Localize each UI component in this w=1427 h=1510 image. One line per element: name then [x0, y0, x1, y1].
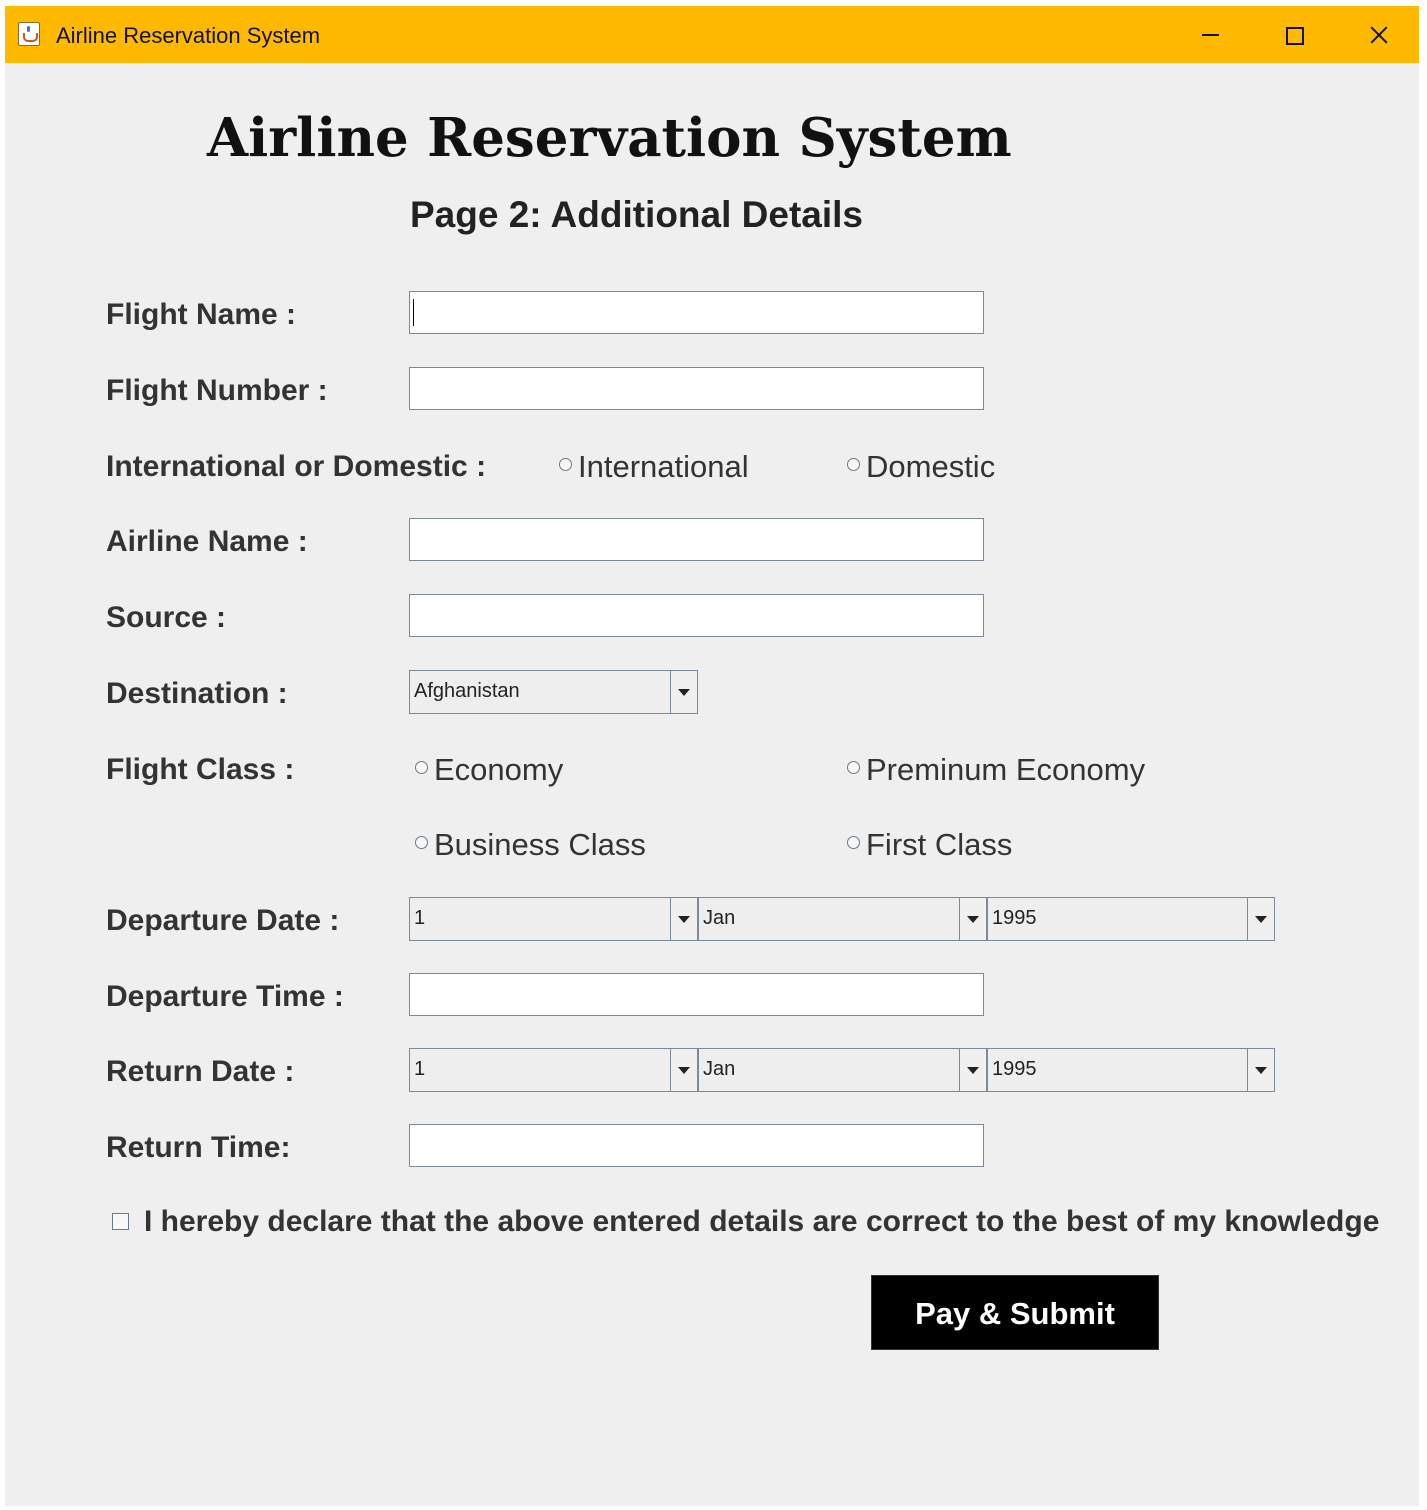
return-time-label: Return Time: — [106, 1131, 291, 1164]
return-time-field[interactable] — [409, 1124, 984, 1167]
international-label: International — [578, 449, 749, 484]
departure-year-select[interactable]: 1995 — [987, 897, 1275, 941]
departure-time-label: Departure Time : — [106, 980, 344, 1013]
economy-radio[interactable]: Economy — [415, 752, 563, 788]
page-subtitle: Page 2: Additional Details — [410, 194, 863, 235]
radio-circle-icon — [847, 458, 860, 472]
departure-month-dropdown-button[interactable] — [959, 898, 986, 940]
radio-circle-icon — [847, 836, 860, 850]
maximize-button[interactable] — [1252, 6, 1336, 63]
airline-name-field[interactable] — [409, 518, 984, 561]
java-cup-icon — [18, 22, 40, 46]
return-month-dropdown-button[interactable] — [959, 1049, 986, 1091]
destination-label: Destination : — [106, 677, 288, 710]
departure-time-field[interactable] — [409, 973, 984, 1016]
text-caret — [413, 299, 414, 326]
chevron-down-icon — [967, 916, 979, 923]
first-class-label: First Class — [866, 827, 1013, 862]
domestic-label: Domestic — [866, 449, 996, 484]
business-class-label: Business Class — [434, 827, 646, 862]
business-class-radio[interactable]: Business Class — [415, 827, 646, 863]
premium-economy-label: Preminum Economy — [866, 752, 1146, 787]
departure-year-value: 1995 — [992, 907, 1037, 929]
pay-submit-button[interactable]: Pay & Submit — [871, 1275, 1159, 1350]
radio-circle-icon — [415, 761, 428, 775]
return-day-select[interactable]: 1 — [409, 1048, 698, 1092]
title-bar[interactable]: Airline Reservation System — [5, 6, 1419, 63]
window-title: Airline Reservation System — [56, 23, 321, 48]
premium-economy-radio[interactable]: Preminum Economy — [847, 752, 1145, 788]
departure-date-label: Departure Date : — [106, 904, 340, 937]
return-year-select[interactable]: 1995 — [987, 1048, 1275, 1092]
return-month-select[interactable]: Jan — [698, 1048, 987, 1092]
maximize-icon — [1286, 27, 1304, 45]
chevron-down-icon — [1255, 916, 1267, 923]
departure-month-select[interactable]: Jan — [698, 897, 987, 941]
first-class-radio[interactable]: First Class — [847, 827, 1012, 863]
radio-circle-icon — [415, 836, 428, 850]
flight-name-field[interactable] — [409, 291, 984, 334]
return-year-value: 1995 — [992, 1058, 1037, 1080]
minimize-icon — [1202, 34, 1219, 36]
return-day-value: 1 — [414, 1058, 426, 1080]
return-date-label: Return Date : — [106, 1055, 295, 1088]
departure-month-value: Jan — [703, 907, 736, 929]
declaration-checkbox[interactable] — [112, 1213, 129, 1230]
destination-select[interactable]: Afghanistan — [409, 670, 698, 714]
flight-name-label: Flight Name : — [106, 298, 297, 331]
intl-domestic-label: International or Domestic : — [106, 450, 487, 483]
chevron-down-icon — [678, 916, 690, 923]
flight-number-label: Flight Number : — [106, 374, 328, 407]
source-label: Source : — [106, 601, 227, 634]
chevron-down-icon — [1255, 1067, 1267, 1074]
minimize-button[interactable] — [1168, 6, 1252, 63]
departure-day-dropdown-button[interactable] — [670, 898, 697, 940]
international-radio[interactable]: International — [559, 449, 749, 485]
airline-name-label: Airline Name : — [106, 525, 308, 558]
return-year-dropdown-button[interactable] — [1247, 1049, 1274, 1091]
declaration-label: I hereby declare that the above entered … — [144, 1205, 1380, 1238]
flight-number-field[interactable] — [409, 367, 984, 410]
departure-day-select[interactable]: 1 — [409, 897, 698, 941]
page-title: Airline Reservation System — [207, 107, 1012, 169]
radio-circle-icon — [559, 458, 572, 472]
close-button[interactable] — [1336, 6, 1419, 63]
return-month-value: Jan — [703, 1058, 736, 1080]
chevron-down-icon — [678, 689, 690, 696]
chevron-down-icon — [678, 1067, 690, 1074]
source-field[interactable] — [409, 594, 984, 637]
app-window: Airline Reservation System Airline Reser… — [5, 6, 1419, 1506]
destination-value: Afghanistan — [414, 680, 520, 702]
departure-year-dropdown-button[interactable] — [1247, 898, 1274, 940]
return-day-dropdown-button[interactable] — [670, 1049, 697, 1091]
flight-class-label: Flight Class : — [106, 753, 295, 786]
departure-day-value: 1 — [414, 907, 426, 929]
radio-circle-icon — [847, 761, 860, 775]
economy-label: Economy — [434, 752, 564, 787]
chevron-down-icon — [967, 1067, 979, 1074]
domestic-radio[interactable]: Domestic — [847, 449, 995, 485]
destination-dropdown-button[interactable] — [670, 671, 697, 713]
